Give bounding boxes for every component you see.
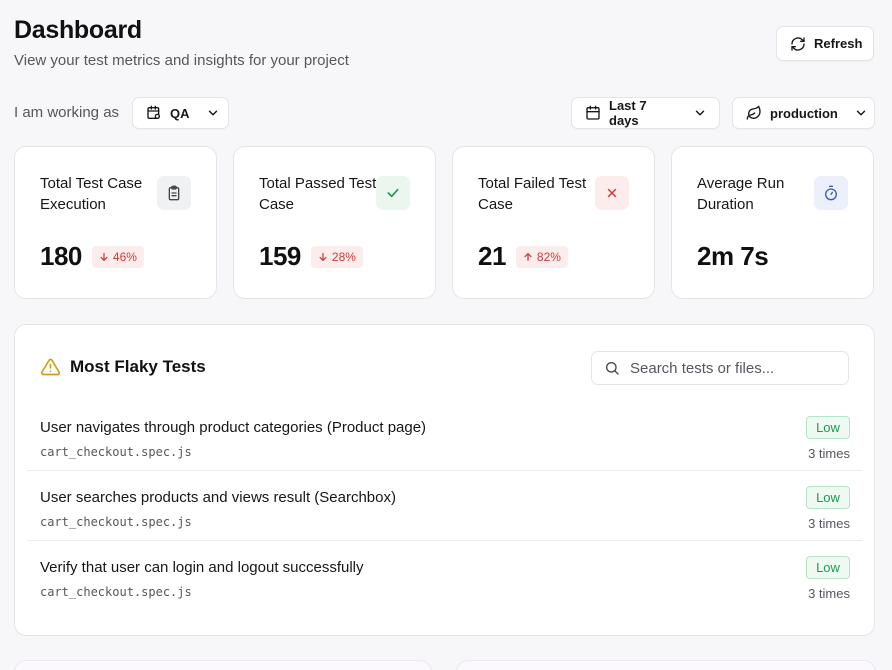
flaky-search-input[interactable] — [630, 359, 830, 377]
clipboard-icon — [157, 176, 191, 210]
metric-value: 2m 7s — [697, 241, 769, 271]
metric-card-total-executions: Total Test Case Execution 180 46% — [14, 146, 217, 299]
leaf-icon — [746, 105, 761, 120]
metric-value: 159 — [259, 241, 301, 271]
flaky-tests-title: Most Flaky Tests — [70, 357, 206, 376]
metric-card-title: Total Test Case Execution — [40, 175, 143, 213]
environment-value: production — [770, 105, 838, 121]
refresh-label: Refresh — [814, 36, 863, 51]
page-title: Dashboard — [14, 16, 142, 44]
change-badge: 28% — [310, 245, 363, 268]
metric-card-title: Total Failed Test Case — [478, 175, 587, 213]
search-icon — [606, 362, 619, 375]
severity-badge: Low — [806, 486, 850, 509]
chevron-down-icon — [208, 110, 217, 116]
calendar-icon — [586, 105, 600, 120]
test-title: User navigates through product categorie… — [40, 419, 427, 436]
environment-select[interactable]: production — [732, 97, 875, 129]
flaky-tests-panel: Most Flaky Tests User navigates through … — [14, 324, 875, 636]
change-value: 28% — [331, 249, 356, 264]
occurrence-count: 3 times — [808, 586, 850, 601]
metric-card-failed: Total Failed Test Case 21 82% — [452, 146, 655, 299]
flaky-tests-header: Most Flaky Tests — [40, 357, 206, 377]
flaky-test-row[interactable]: User navigates through product categorie… — [27, 401, 862, 471]
role-label: I am working as — [14, 104, 120, 121]
refresh-icon — [791, 36, 805, 51]
test-title: User searches products and views result … — [40, 489, 396, 506]
metric-card-duration: Average Run Duration 2m 7s — [671, 146, 874, 299]
refresh-button[interactable]: Refresh — [776, 26, 874, 61]
change-badge: 82% — [515, 245, 568, 268]
calendar-settings-icon — [147, 105, 160, 119]
x-icon — [595, 176, 629, 210]
test-file: cart_checkout.spec.js — [40, 515, 192, 529]
stopwatch-icon — [814, 176, 848, 210]
severity-badge: Low — [806, 556, 850, 579]
chevron-down-icon — [856, 110, 866, 116]
bottom-panel-right — [456, 660, 876, 670]
check-icon — [376, 176, 410, 210]
metric-card-title: Average Run Duration — [697, 175, 785, 213]
occurrence-count: 3 times — [808, 446, 850, 461]
role-value: QA — [170, 105, 190, 121]
flaky-search[interactable] — [591, 351, 849, 385]
severity-badge: Low — [806, 416, 850, 439]
role-select[interactable]: QA — [132, 97, 229, 129]
metric-value: 21 — [478, 241, 506, 271]
test-file: cart_checkout.spec.js — [40, 445, 192, 459]
metric-card-passed: Total Passed Test Case 159 28% — [233, 146, 436, 299]
arrow-down-icon — [100, 252, 108, 261]
metric-card-title: Total Passed Test Case — [259, 175, 377, 213]
warning-icon — [40, 358, 61, 376]
change-value: 82% — [536, 249, 561, 264]
test-file: cart_checkout.spec.js — [40, 585, 192, 599]
chevron-down-icon — [695, 110, 705, 116]
occurrence-count: 3 times — [808, 516, 850, 531]
arrow-down-icon — [319, 252, 327, 261]
bottom-panel-left — [14, 660, 432, 670]
change-value: 46% — [112, 249, 137, 264]
date-range-select[interactable]: Last 7 days — [571, 97, 720, 129]
change-badge: 46% — [91, 245, 144, 268]
flaky-test-row[interactable]: Verify that user can login and logout su… — [27, 541, 862, 611]
flaky-test-row[interactable]: User searches products and views result … — [27, 471, 862, 541]
test-title: Verify that user can login and logout su… — [40, 559, 364, 576]
arrow-up-icon — [524, 252, 532, 261]
metric-value: 180 — [40, 241, 82, 271]
date-range-value: Last 7 days — [609, 98, 647, 128]
page-subtitle: View your test metrics and insights for … — [14, 52, 349, 69]
